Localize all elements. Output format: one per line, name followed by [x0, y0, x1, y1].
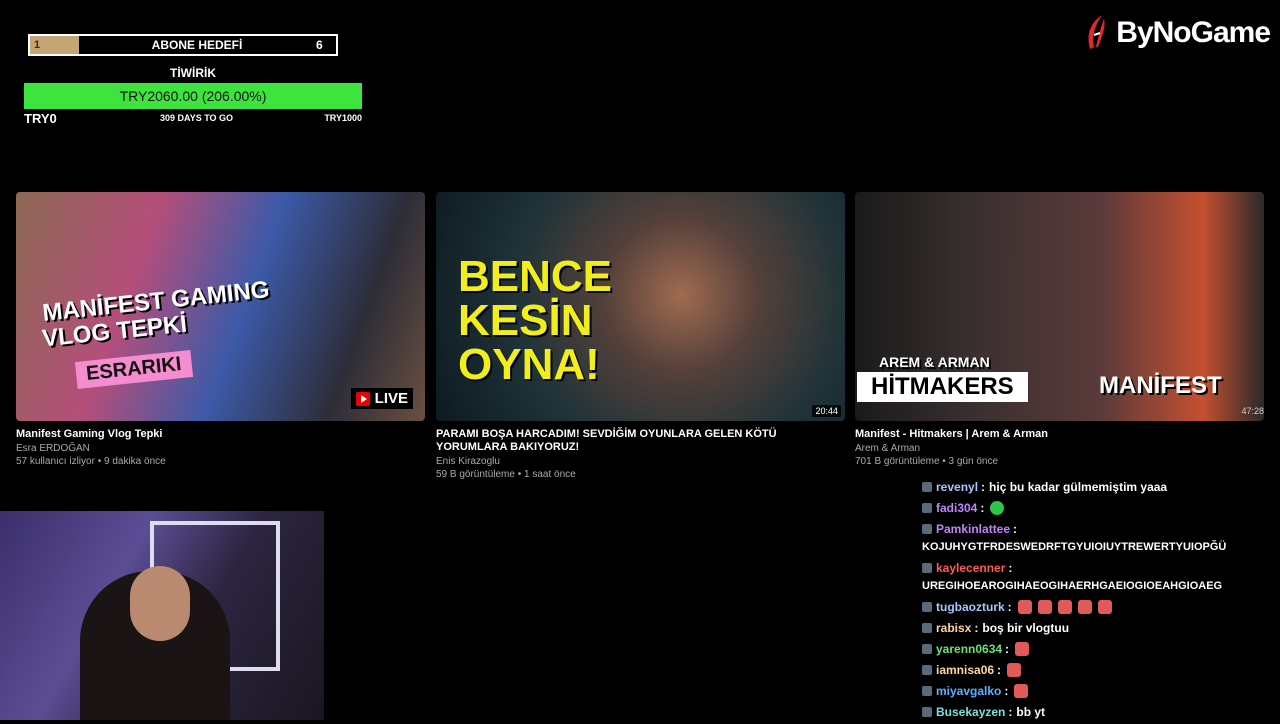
video-duration: 20:44 — [812, 405, 841, 417]
video-title[interactable]: Manifest Gaming Vlog Tepki — [16, 428, 425, 441]
chat-separator: : — [1007, 600, 1012, 614]
chat-emote-icon — [1015, 642, 1030, 656]
chat-emote-icon — [990, 501, 1005, 515]
chat-message: iamnisa06: — [922, 661, 1272, 679]
chat-badge-icon — [922, 524, 932, 534]
chat-message: Pamkinlattee: KOJUHYGTFRDESWEDRFTGYUIOIUY… — [922, 520, 1272, 556]
chat-message: kaylecenner: UREGIHOEAROGIHAEOGIHAERHGAEI… — [922, 559, 1272, 595]
thumb-title-line3: OYNA! — [458, 340, 600, 389]
logo-text: ByNoGame — [1116, 16, 1271, 49]
bynogame-logo: ByNoGame — [1082, 10, 1271, 56]
video-meta: 59 B görüntüleme • 1 saat önce — [436, 469, 576, 480]
chat-message: fadi304: — [922, 499, 1272, 517]
chat-emote-icon — [1077, 600, 1092, 614]
webcam-face — [130, 566, 190, 641]
chat-username[interactable]: Busekayzen — [936, 703, 1005, 721]
chat-separator: : — [981, 480, 986, 494]
chat-separator: : — [1005, 642, 1010, 656]
chat-message: tugbaozturk: — [922, 598, 1272, 616]
chat-message: rabisx: boş bir vlogtuu — [922, 619, 1272, 637]
chat-message-text: bb yt — [1016, 705, 1046, 719]
chat-badge-icon — [922, 707, 932, 717]
video-card[interactable]: MANİFEST GAMING VLOG TEPKİ ESRARIKI LIVE… — [16, 192, 425, 467]
donation-min: TRY0 — [24, 111, 57, 126]
goal-start-value: 1 — [34, 39, 41, 51]
chat-emote-icon — [1097, 600, 1112, 614]
chat-emote-icon — [1007, 663, 1022, 677]
chat-emote-icon — [1014, 684, 1029, 698]
chat-overlay: revenyl: hiç bu kadar gülmemiştim yaaa fad… — [922, 478, 1272, 724]
chat-badge-icon — [922, 503, 932, 513]
video-meta: 57 kullanıcı izliyor • 9 dakika önce — [16, 456, 166, 467]
chat-username[interactable]: fadi304 — [936, 499, 977, 517]
chat-username[interactable]: miyavgalko — [936, 682, 1001, 700]
video-duration: 47:28 — [1241, 406, 1264, 416]
donation-progress-bar: TRY2060.00 (206.00%) — [24, 83, 362, 109]
chat-username[interactable]: tugbaozturk — [936, 598, 1005, 616]
chat-separator: : — [1013, 522, 1018, 536]
chat-message: Busekayzen: bb yt — [922, 703, 1272, 721]
chat-message-text: hiç bu kadar gülmemiştim yaaa — [989, 480, 1168, 494]
chat-username[interactable]: yarenn0634 — [936, 640, 1002, 658]
video-card[interactable]: BENCE KESİN OYNA! 20:44 PARAMI BOŞA HARC… — [436, 192, 845, 480]
video-card[interactable]: AREM & ARMAN HİTMAKERS MANİFEST 47:28 Ma… — [855, 192, 1264, 467]
chat-separator: : — [974, 621, 979, 635]
chat-message: miyavgalko: — [922, 682, 1272, 700]
chat-username[interactable]: iamnisa06 — [936, 661, 994, 679]
chat-username[interactable]: rabisx — [936, 619, 971, 637]
video-title[interactable]: PARAMI BOŞA HARCADIM! SEVDİĞİM OYUNLARA … — [436, 428, 845, 454]
webcam-feed — [0, 511, 324, 720]
chat-separator: : — [1004, 684, 1009, 698]
chat-separator: : — [1008, 705, 1013, 719]
chat-emote-icon — [1037, 600, 1052, 614]
chat-separator: : — [997, 663, 1002, 677]
chat-message-text: UREGIHOEAROGIHAEOGIHAERHGAEIOGIOEAHGIOAE… — [922, 580, 1223, 592]
chat-message-text: boş bir vlogtuu — [982, 621, 1070, 635]
chat-message-text: KOJUHYGTFRDESWEDRFTGYUIOIUYTREWERTYUIOPĞ… — [922, 541, 1227, 553]
thumb-title-line2: KESİN — [458, 296, 593, 345]
chat-emote-icon — [1017, 600, 1032, 614]
chat-badge-icon — [922, 686, 932, 696]
thumb-title-line1: BENCE — [458, 252, 613, 301]
live-label: LIVE — [374, 390, 408, 407]
thumb-tag: ESRARIKI — [74, 350, 193, 389]
goal-end-value: 6 — [316, 38, 323, 52]
play-icon — [355, 391, 370, 406]
chat-username[interactable]: Pamkinlattee — [936, 520, 1010, 538]
thumb-brand: MANİFEST — [1099, 372, 1222, 399]
chat-username[interactable]: revenyl — [936, 478, 978, 496]
chat-message: revenyl: hiç bu kadar gülmemiştim yaaa — [922, 478, 1272, 496]
thumb-subtitle: AREM & ARMAN — [879, 354, 990, 370]
chat-badge-icon — [922, 644, 932, 654]
chat-emote-icon — [1057, 600, 1072, 614]
chat-username[interactable]: kaylecenner — [936, 559, 1005, 577]
chat-badge-icon — [922, 482, 932, 492]
donation-max: TRY1000 — [324, 113, 362, 123]
chat-badge-icon — [922, 665, 932, 675]
goal-title: ABONE HEDEFİ — [151, 38, 243, 52]
video-channel[interactable]: Arem & Arman — [855, 443, 1264, 454]
thumb-title: HİTMAKERS — [857, 372, 1028, 402]
live-badge: LIVE — [350, 388, 413, 409]
chat-separator: : — [1008, 561, 1013, 575]
chat-badge-icon — [922, 563, 932, 573]
donation-days-left: 309 DAYS TO GO — [160, 113, 234, 123]
donation-amount: TRY2060.00 (206.00%) — [119, 88, 267, 104]
chat-badge-icon — [922, 623, 932, 633]
video-meta: 701 B görüntüleme • 3 gün önce — [855, 456, 999, 467]
video-thumbnail[interactable]: MANİFEST GAMING VLOG TEPKİ ESRARIKI LIVE — [16, 192, 425, 421]
subscriber-goal-bar: 1 ABONE HEDEFİ 6 — [28, 34, 338, 56]
bynogame-feather-icon — [1088, 15, 1105, 49]
video-channel[interactable]: Enis Kirazoglu — [436, 456, 845, 467]
video-channel[interactable]: Esra ERDOĞAN — [16, 443, 425, 454]
chat-badge-icon — [922, 602, 932, 612]
video-thumbnail[interactable]: AREM & ARMAN HİTMAKERS MANİFEST — [855, 192, 1264, 421]
video-title[interactable]: Manifest - Hitmakers | Arem & Arman — [855, 428, 1264, 441]
video-thumbnail[interactable]: BENCE KESİN OYNA! 20:44 — [436, 192, 845, 421]
chat-message: yarenn0634: — [922, 640, 1272, 658]
chat-separator: : — [980, 501, 985, 515]
donation-goal-title: TİWİRİK — [170, 66, 216, 80]
